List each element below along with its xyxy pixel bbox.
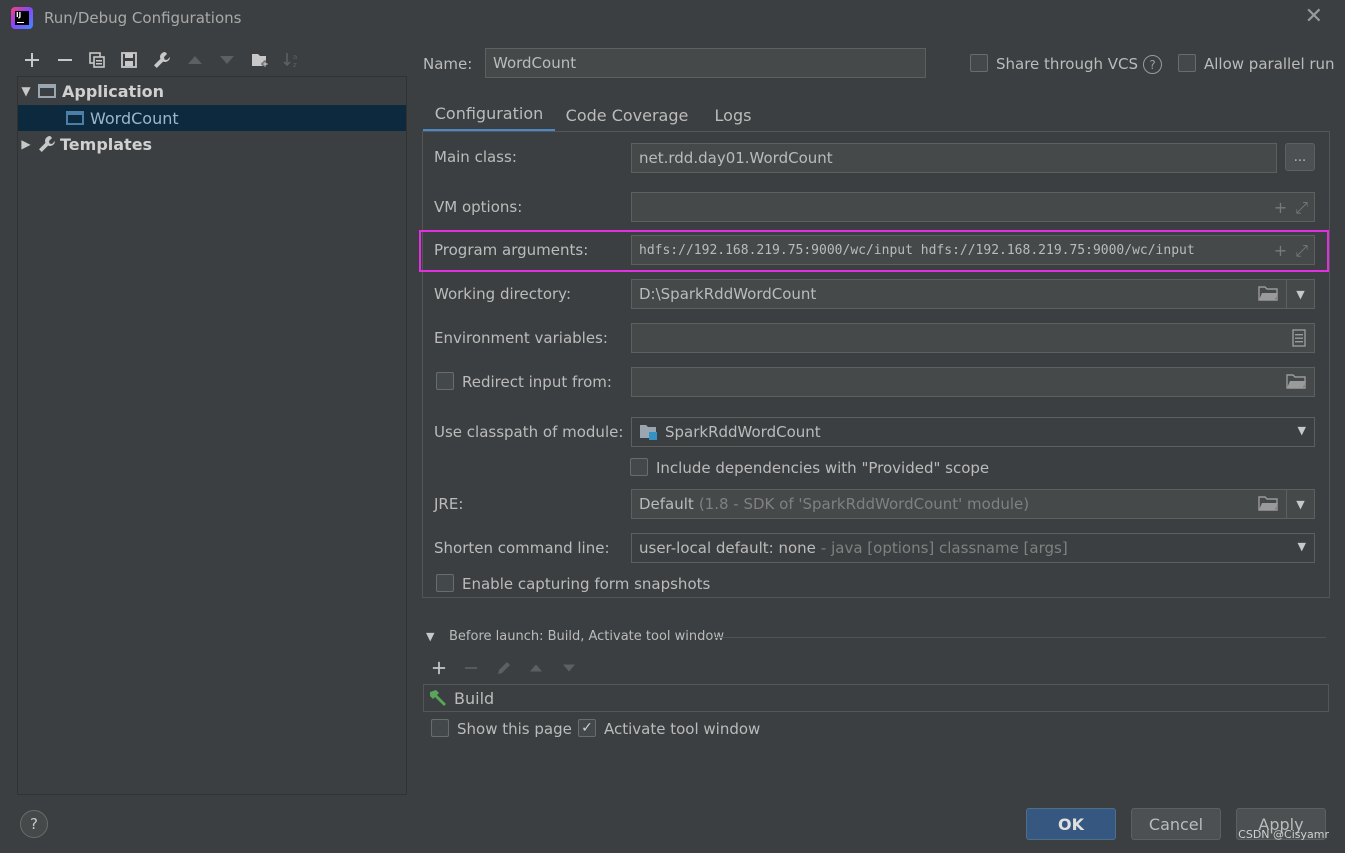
cancel-button[interactable]: Cancel	[1131, 808, 1221, 840]
window-title: Run/Debug Configurations	[44, 9, 242, 27]
jre-value: Default	[639, 495, 694, 513]
chevron-down-icon[interactable]: ▼	[1286, 489, 1314, 519]
vm-options-input[interactable]: + ⤢	[631, 192, 1315, 222]
snapshots-label: Enable capturing form snapshots	[462, 575, 711, 593]
wrench-icon	[38, 135, 56, 153]
environment-variables-label: Environment variables:	[434, 329, 608, 347]
build-task-label: Build	[454, 688, 495, 708]
redirect-input-field[interactable]	[631, 367, 1315, 397]
tab-logs[interactable]: Logs	[703, 98, 763, 132]
main-class-input[interactable]: net.rdd.day01.WordCount	[631, 143, 1277, 173]
include-dependencies-checkbox[interactable]	[630, 458, 648, 476]
add-task-icon[interactable]	[428, 657, 450, 679]
edit-list-icon[interactable]	[1292, 329, 1306, 351]
share-vcs-checkbox[interactable]	[970, 54, 988, 72]
shorten-command-line-hint: - java [options] classname [args]	[820, 539, 1068, 557]
jre-hint: (1.8 - SDK of 'SparkRddWordCount' module…	[698, 495, 1030, 513]
close-icon[interactable]: ✕	[1305, 6, 1323, 28]
move-down-icon[interactable]	[216, 49, 238, 71]
show-this-page-label: Show this page	[457, 720, 572, 738]
svg-text:z: z	[293, 61, 297, 69]
redirect-input-checkbox[interactable]	[436, 372, 454, 390]
name-label: Name:	[423, 55, 473, 73]
expand-icon[interactable]: ⤢	[1295, 198, 1308, 218]
classpath-module-label: Use classpath of module:	[434, 423, 624, 441]
working-directory-value: D:\SparkRddWordCount	[639, 285, 817, 303]
tree-item-label: WordCount	[90, 108, 179, 128]
application-icon	[38, 84, 56, 98]
folder-icon[interactable]	[1286, 373, 1306, 393]
move-task-down-icon[interactable]	[558, 657, 580, 679]
sort-icon[interactable]: az	[281, 49, 303, 71]
insert-macro-icon[interactable]: +	[1274, 198, 1287, 218]
tab-configuration[interactable]: Configuration	[423, 98, 555, 132]
include-dependencies-label: Include dependencies with "Provided" sco…	[656, 459, 990, 477]
save-icon[interactable]	[118, 49, 140, 71]
jre-select[interactable]: Default (1.8 - SDK of 'SparkRddWordCount…	[631, 489, 1315, 519]
folder-icon[interactable]	[1258, 495, 1278, 515]
expand-right-icon[interactable]: ▶	[18, 137, 34, 151]
shorten-command-line-label: Shorten command line:	[434, 539, 610, 557]
collapse-before-launch-icon[interactable]: ▼	[426, 630, 434, 643]
snapshots-row: Enable capturing form snapshots	[423, 570, 1329, 597]
new-folder-icon[interactable]	[249, 49, 271, 71]
copy-icon[interactable]	[86, 49, 108, 71]
edit-task-icon[interactable]	[493, 657, 515, 679]
move-task-up-icon[interactable]	[525, 657, 547, 679]
ok-button[interactable]: OK	[1026, 808, 1116, 840]
before-launch-title: Before launch: Build, Activate tool wind…	[449, 629, 724, 644]
add-icon[interactable]	[21, 49, 43, 71]
chevron-down-icon[interactable]: ▼	[1298, 424, 1306, 437]
module-folder-icon	[639, 423, 659, 441]
allow-parallel-checkbox[interactable]	[1178, 54, 1196, 72]
configuration-tree[interactable]: ▼ Application WordCount ▶ Templates	[17, 76, 407, 795]
redirect-input-label: Redirect input from:	[462, 373, 612, 391]
working-directory-label: Working directory:	[434, 285, 572, 303]
classpath-module-value: SparkRddWordCount	[665, 423, 821, 441]
working-directory-input[interactable]: D:\SparkRddWordCount ▼	[631, 279, 1315, 309]
allow-parallel-label: Allow parallel run	[1204, 55, 1335, 73]
program-arguments-highlight	[419, 230, 1329, 272]
help-button[interactable]: ?	[20, 810, 48, 838]
activate-tool-window-label: Activate tool window	[604, 720, 761, 738]
tree-item-application[interactable]: ▼ Application	[18, 78, 406, 104]
tree-item-wordcount[interactable]: WordCount	[18, 105, 406, 131]
remove-icon[interactable]	[54, 49, 76, 71]
move-up-icon[interactable]	[184, 49, 206, 71]
name-input[interactable]: WordCount	[485, 48, 926, 78]
expand-down-icon[interactable]: ▼	[18, 84, 34, 98]
tree-item-label: Application	[62, 81, 165, 101]
snapshots-checkbox[interactable]	[436, 574, 454, 592]
wrench-icon[interactable]	[151, 49, 173, 71]
browse-main-class-button[interactable]: ...	[1285, 143, 1315, 171]
classpath-module-select[interactable]: SparkRddWordCount ▼	[631, 417, 1315, 447]
tree-item-templates[interactable]: ▶ Templates	[18, 131, 406, 157]
shorten-command-line-select[interactable]: user-local default: none - java [options…	[631, 533, 1315, 563]
intellij-app-icon: IJ	[11, 7, 33, 29]
main-class-label: Main class:	[434, 148, 517, 166]
before-launch-separator	[715, 637, 1326, 638]
activate-tool-window-checkbox[interactable]: ✓	[578, 719, 596, 737]
tree-item-label: Templates	[60, 134, 153, 154]
before-launch-task-build[interactable]: Build	[423, 684, 1329, 712]
chevron-down-icon[interactable]: ▼	[1298, 540, 1306, 553]
share-vcs-label: Share through VCS	[996, 55, 1139, 73]
folder-icon[interactable]	[1258, 285, 1278, 305]
hammer-icon	[428, 689, 448, 707]
watermark: CSDN @Cisyamr	[1238, 828, 1329, 841]
help-icon[interactable]: ?	[1143, 55, 1162, 74]
svg-text:a: a	[293, 53, 297, 61]
environment-variables-input[interactable]	[631, 323, 1315, 353]
shorten-command-line-value: user-local default: none	[639, 539, 816, 557]
chevron-down-icon[interactable]: ▼	[1286, 279, 1314, 309]
application-config-icon	[66, 111, 84, 125]
tab-code-coverage[interactable]: Code Coverage	[559, 98, 695, 132]
show-this-page-checkbox[interactable]	[431, 719, 449, 737]
jre-label: JRE:	[434, 495, 464, 513]
vm-options-label: VM options:	[434, 198, 523, 216]
remove-task-icon[interactable]	[460, 657, 482, 679]
